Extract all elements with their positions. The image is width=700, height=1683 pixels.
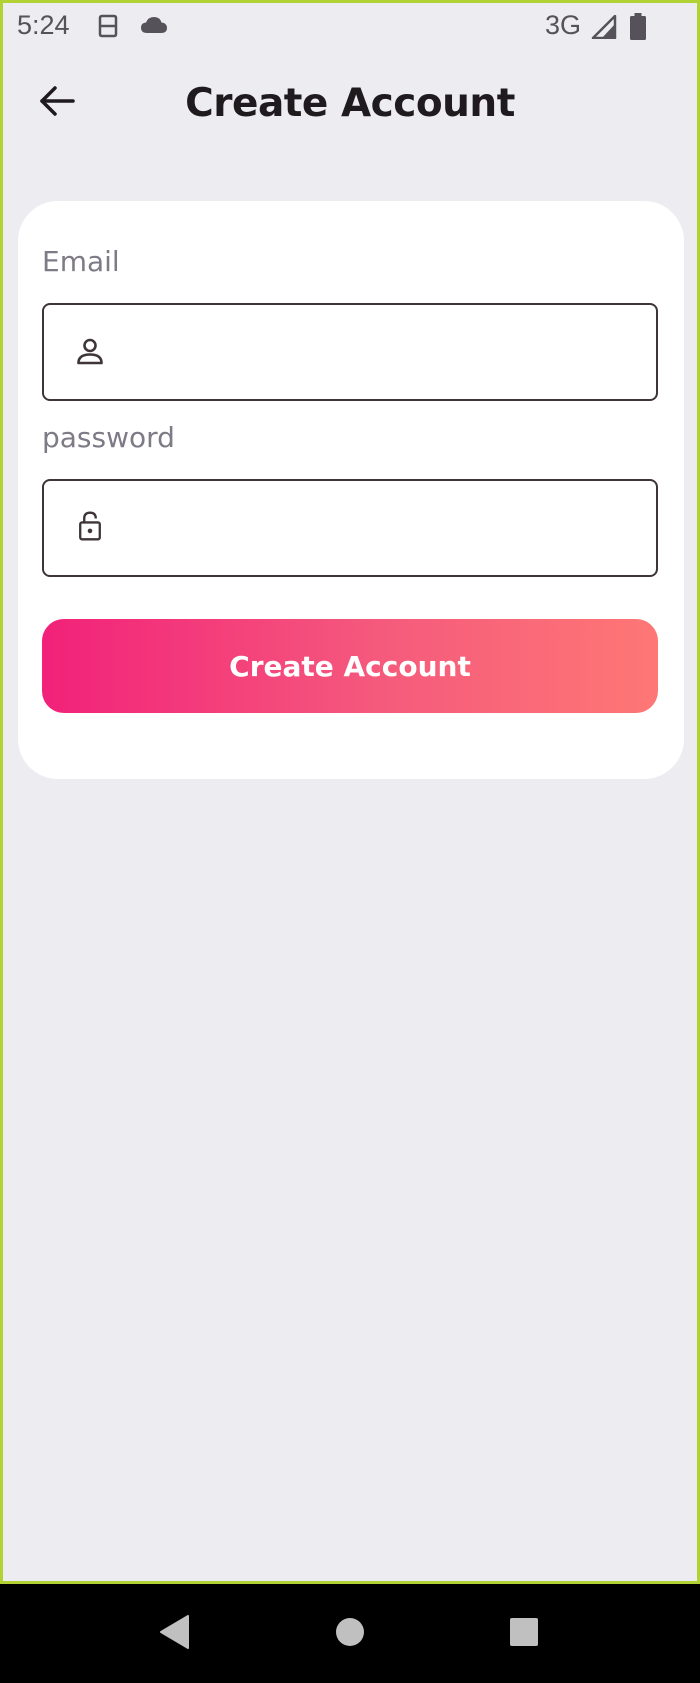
create-account-button-label: Create Account — [229, 649, 471, 683]
top-app-bar: Create Account — [3, 61, 697, 151]
email-input[interactable] — [128, 305, 642, 401]
nav-home-button[interactable] — [330, 1614, 370, 1654]
create-account-button[interactable]: Create Account — [42, 619, 658, 713]
status-time: 5:24 — [17, 10, 70, 40]
email-field[interactable] — [42, 303, 658, 401]
nav-recents-button[interactable] — [504, 1614, 544, 1654]
system-nav-bar — [0, 1584, 700, 1683]
network-type: 3G — [545, 10, 582, 40]
phone-screen: 5:24 3G Create Account Email password Cr… — [0, 0, 700, 1683]
back-triangle-icon — [159, 1614, 191, 1654]
battery-icon — [629, 13, 647, 45]
recents-square-icon — [508, 1616, 540, 1652]
page-title: Create Account — [185, 81, 515, 126]
password-label: password — [42, 421, 175, 454]
email-label: Email — [42, 245, 120, 278]
sim-card-icon — [97, 13, 119, 43]
person-icon — [74, 336, 106, 368]
cloud-icon — [139, 15, 169, 39]
app-area: 5:24 3G Create Account Email password Cr… — [3, 3, 697, 1584]
password-input[interactable] — [128, 481, 642, 577]
nav-back-button[interactable] — [155, 1614, 195, 1654]
lock-icon — [74, 511, 106, 544]
password-field[interactable] — [42, 479, 658, 577]
create-account-card: Email password Create Account — [18, 201, 684, 779]
home-circle-icon — [334, 1616, 366, 1652]
signal-icon — [591, 14, 617, 43]
status-bar: 5:24 3G — [3, 3, 697, 51]
